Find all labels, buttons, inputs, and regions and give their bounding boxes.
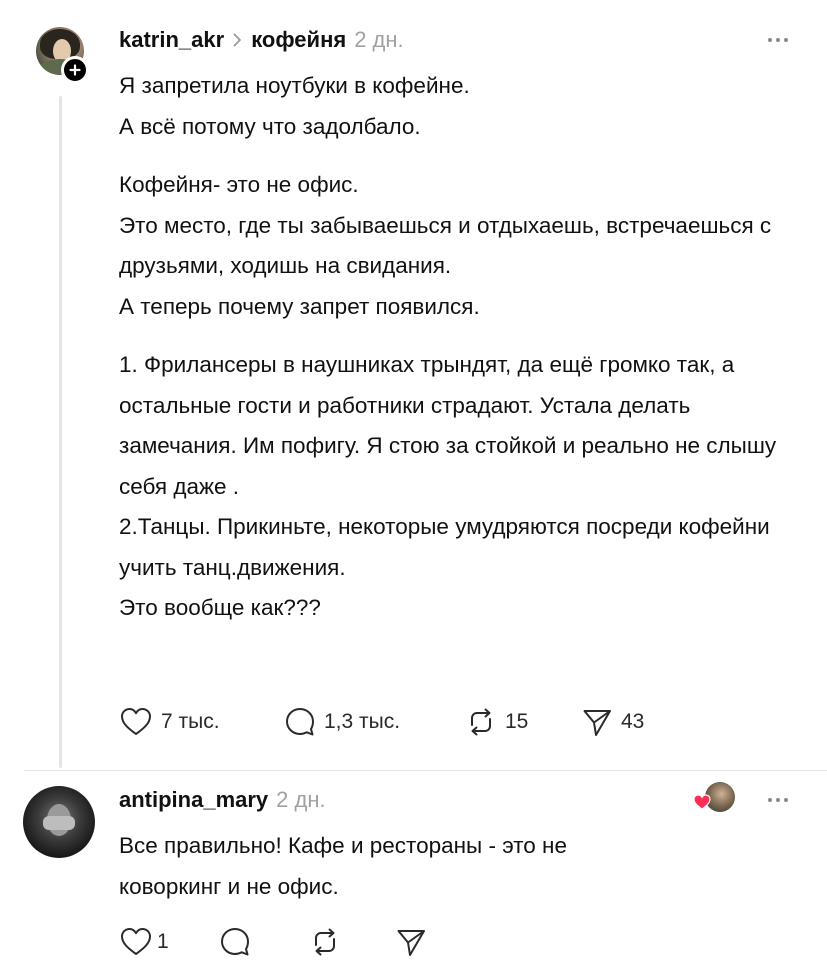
plus-icon xyxy=(69,64,81,76)
reply-time: 2 дн. xyxy=(276,787,326,812)
post-line: Это вообще как??? xyxy=(119,595,321,620)
liked-by-author xyxy=(693,782,739,818)
more-icon[interactable] xyxy=(768,38,788,42)
repost-icon xyxy=(471,708,491,736)
post-line: А всё потому что задолбало. xyxy=(119,113,421,139)
post-line: 2.Танцы. Прикиньте, некоторые умудряются… xyxy=(119,514,770,580)
reply-line: коворкинг и не офис. xyxy=(119,873,339,899)
reply-share-button[interactable] xyxy=(395,926,427,958)
reply-actions: 1 xyxy=(119,926,427,958)
comment-icon xyxy=(286,708,314,736)
share-button[interactable]: 43 xyxy=(581,706,644,738)
send-icon xyxy=(583,710,611,736)
like-button[interactable]: 7 тыс. xyxy=(119,706,284,738)
post-header: katrin_akr кофейня 2 дн. xyxy=(119,24,404,56)
repost-icon xyxy=(315,928,335,956)
reply-author-username[interactable]: antipina_mary xyxy=(119,787,268,813)
send-icon xyxy=(397,930,425,956)
reply-header: antipina_mary 2 дн. xyxy=(119,784,326,816)
reply-author-avatar[interactable] xyxy=(23,786,95,858)
repost-button[interactable]: 15 xyxy=(465,706,581,738)
heart-icon xyxy=(121,708,151,735)
reply-body: Все правильно! Кафе и рестораны - это не… xyxy=(119,826,769,907)
share-count: 43 xyxy=(621,710,645,733)
post-actions: 7 тыс. 1,3 тыс. 15 43 xyxy=(119,706,644,738)
post-line: А теперь почему запрет появился. xyxy=(119,293,480,319)
chevron-right-icon xyxy=(233,33,242,47)
reply-repost-button[interactable] xyxy=(309,926,395,958)
comment-icon xyxy=(221,928,249,956)
reply-more-icon[interactable] xyxy=(768,798,788,802)
thread-line xyxy=(59,96,62,768)
like-count: 7 тыс. xyxy=(161,710,220,733)
reply-like-button[interactable]: 1 xyxy=(119,926,219,958)
reply-comment-button[interactable] xyxy=(219,926,309,958)
post-body: Я запретила ноутбуки в кофейне. А всё по… xyxy=(119,66,799,629)
follow-button[interactable] xyxy=(61,56,89,84)
heart-filled-icon xyxy=(693,794,711,810)
reply-line: Все правильно! Кафе и рестораны - это не xyxy=(119,833,567,858)
heart-icon xyxy=(121,928,151,955)
repost-count: 15 xyxy=(505,710,529,733)
post-line: 1. Фрилансеры в наушниках трындят, да ещ… xyxy=(119,352,777,499)
post: katrin_akr кофейня 2 дн. Я запретила ноу… xyxy=(0,0,827,770)
comment-count: 1,3 тыс. xyxy=(324,710,401,733)
post-line: Это место, где ты забываешься и отдыхаеш… xyxy=(119,212,772,279)
divider xyxy=(24,770,827,771)
post-line: Я запретила ноутбуки в кофейне. xyxy=(119,73,470,98)
comment-button[interactable]: 1,3 тыс. xyxy=(284,706,465,738)
post-time: 2 дн. xyxy=(354,27,404,52)
author-username[interactable]: katrin_akr xyxy=(119,27,224,53)
reply-like-count: 1 xyxy=(157,930,169,953)
community-link[interactable]: кофейня xyxy=(251,27,346,53)
post-line: Кофейня- это не офис. xyxy=(119,172,359,197)
